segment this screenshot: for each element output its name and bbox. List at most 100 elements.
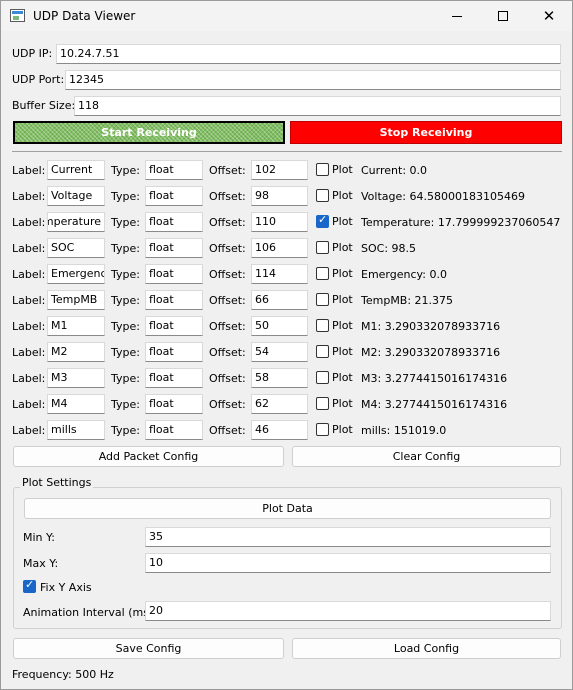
- clear-config-button[interactable]: Clear Config: [292, 446, 561, 467]
- packet-type-input[interactable]: float: [145, 368, 203, 388]
- packet-plot-label: Plot: [332, 189, 353, 202]
- plot-settings-title: Plot Settings: [20, 476, 94, 489]
- window-title: UDP Data Viewer: [33, 9, 136, 23]
- packet-offset-input[interactable]: 110: [251, 212, 308, 232]
- packet-offset-input[interactable]: 54: [251, 342, 308, 362]
- packet-type-caption: Type:: [111, 398, 140, 411]
- packet-offset-input[interactable]: 106: [251, 238, 308, 258]
- packet-plot-checkbox[interactable]: [316, 267, 329, 280]
- packet-label-input[interactable]: M2: [47, 342, 105, 362]
- packet-readout: Voltage: 64.58000183105469: [361, 190, 525, 203]
- packet-offset-caption: Offset:: [209, 190, 246, 203]
- packet-type-input[interactable]: float: [145, 342, 203, 362]
- min-y-input[interactable]: 35: [145, 527, 551, 547]
- packet-type-input[interactable]: float: [145, 420, 203, 440]
- packet-type-caption: Type:: [111, 294, 140, 307]
- animation-interval-input[interactable]: 20: [145, 601, 551, 621]
- packet-label-caption: Label:: [12, 398, 46, 411]
- packet-offset-input[interactable]: 102: [251, 160, 308, 180]
- packet-plot-checkbox[interactable]: [316, 163, 329, 176]
- packet-plot-checkbox[interactable]: [316, 319, 329, 332]
- packet-type-input[interactable]: float: [145, 290, 203, 310]
- stop-receiving-button[interactable]: Stop Receiving: [290, 121, 562, 144]
- packet-label-input[interactable]: Current: [47, 160, 105, 180]
- packet-type-caption: Type:: [111, 372, 140, 385]
- packet-label-input[interactable]: Temperature: [47, 212, 105, 232]
- packet-offset-caption: Offset:: [209, 372, 246, 385]
- packet-label-input[interactable]: Voltage: [47, 186, 105, 206]
- packet-label-input[interactable]: TempMB: [47, 290, 105, 310]
- packet-type-input[interactable]: float: [145, 186, 203, 206]
- close-button[interactable]: ✕: [526, 1, 572, 31]
- packet-offset-input[interactable]: 46: [251, 420, 308, 440]
- save-config-button[interactable]: Save Config: [13, 638, 284, 659]
- packet-offset-caption: Offset:: [209, 398, 246, 411]
- packet-label-input[interactable]: mills: [47, 420, 105, 440]
- packet-plot-checkbox[interactable]: [316, 397, 329, 410]
- packet-plot-checkbox[interactable]: [316, 423, 329, 436]
- separator: [12, 151, 562, 152]
- packet-offset-input[interactable]: 62: [251, 394, 308, 414]
- max-y-input[interactable]: 10: [145, 553, 551, 573]
- udp-port-label: UDP Port:: [12, 73, 65, 86]
- packet-type-input[interactable]: float: [145, 160, 203, 180]
- animation-interval-label: Animation Interval (ms):: [23, 606, 157, 619]
- packet-plot-checkbox[interactable]: [316, 213, 329, 228]
- fix-y-axis-label: Fix Y Axis: [40, 581, 92, 594]
- packet-plot-label: Plot: [332, 397, 353, 410]
- packet-label-caption: Label:: [12, 216, 46, 229]
- packet-offset-input[interactable]: 114: [251, 264, 308, 284]
- packet-type-caption: Type:: [111, 242, 140, 255]
- packet-readout: mills: 151019.0: [361, 424, 447, 437]
- packet-label-input[interactable]: Emergency: [47, 264, 105, 284]
- packet-label-input[interactable]: M4: [47, 394, 105, 414]
- packet-offset-caption: Offset:: [209, 216, 246, 229]
- packet-offset-caption: Offset:: [209, 320, 246, 333]
- packet-offset-caption: Offset:: [209, 294, 246, 307]
- minimize-button[interactable]: [434, 1, 480, 31]
- packet-offset-input[interactable]: 50: [251, 316, 308, 336]
- packet-type-input[interactable]: float: [145, 238, 203, 258]
- packet-offset-input[interactable]: 66: [251, 290, 308, 310]
- packet-type-input[interactable]: float: [145, 264, 203, 284]
- plot-data-button[interactable]: Plot Data: [24, 498, 551, 519]
- packet-type-caption: Type:: [111, 164, 140, 177]
- packet-plot-label: Plot: [332, 319, 353, 332]
- packet-offset-caption: Offset:: [209, 346, 246, 359]
- packet-readout: SOC: 98.5: [361, 242, 417, 255]
- packet-plot-checkbox[interactable]: [316, 293, 329, 306]
- udp-ip-input[interactable]: 10.24.7.51: [56, 44, 561, 64]
- main-window: UDP Data Viewer ✕ UDP IP: 10.24.7.51 UDP…: [0, 0, 573, 690]
- packet-label-input[interactable]: M3: [47, 368, 105, 388]
- start-receiving-button[interactable]: Start Receiving: [13, 121, 285, 144]
- packet-offset-caption: Offset:: [209, 242, 246, 255]
- packet-plot-checkbox[interactable]: [316, 345, 329, 358]
- packet-plot-checkbox[interactable]: [316, 371, 329, 384]
- min-y-label: Min Y:: [23, 531, 55, 544]
- max-y-label: Max Y:: [23, 557, 59, 570]
- packet-plot-checkbox[interactable]: [316, 241, 329, 254]
- maximize-button[interactable]: [480, 1, 526, 31]
- packet-offset-input[interactable]: 98: [251, 186, 308, 206]
- packet-label-input[interactable]: SOC: [47, 238, 105, 258]
- maximize-icon: [498, 11, 508, 21]
- packet-offset-caption: Offset:: [209, 164, 246, 177]
- packet-label-caption: Label:: [12, 190, 46, 203]
- packet-label-input[interactable]: M1: [47, 316, 105, 336]
- udp-port-input[interactable]: 12345: [65, 70, 561, 90]
- fix-y-axis-checkbox[interactable]: [23, 578, 36, 593]
- packet-plot-label: Plot: [332, 267, 353, 280]
- packet-plot-label: Plot: [332, 163, 353, 176]
- packet-offset-input[interactable]: 58: [251, 368, 308, 388]
- packet-type-input[interactable]: float: [145, 394, 203, 414]
- packet-type-input[interactable]: float: [145, 316, 203, 336]
- packet-readout: M3: 3.2774415016174316: [361, 372, 508, 385]
- packet-readout: M2: 3.290332078933716: [361, 346, 501, 359]
- buffer-size-input[interactable]: 118: [74, 96, 561, 116]
- packet-plot-checkbox[interactable]: [316, 189, 329, 202]
- load-config-button[interactable]: Load Config: [292, 638, 561, 659]
- add-packet-config-button[interactable]: Add Packet Config: [13, 446, 284, 467]
- packet-type-input[interactable]: float: [145, 212, 203, 232]
- packet-plot-label: Plot: [332, 423, 353, 436]
- close-icon: ✕: [542, 7, 556, 25]
